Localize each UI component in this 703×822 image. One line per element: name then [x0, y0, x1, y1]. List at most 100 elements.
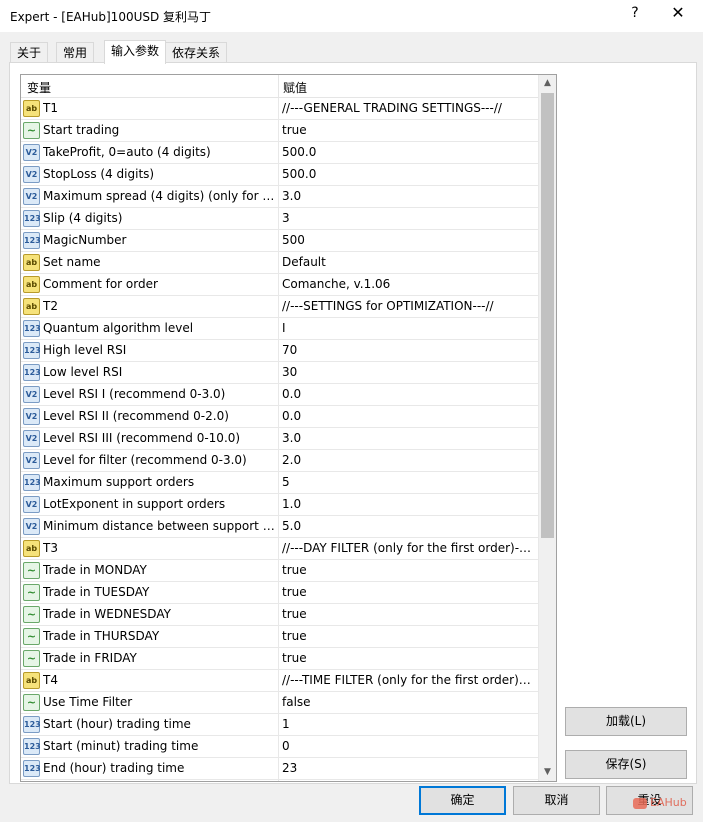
- parameter-value[interactable]: 2.0: [282, 453, 534, 467]
- parameter-value[interactable]: //---DAY FILTER (only for the first orde…: [282, 541, 534, 555]
- parameter-row[interactable]: 123End (minut) trading time0: [21, 780, 538, 781]
- parameter-value[interactable]: 1: [282, 717, 534, 731]
- parameter-name: Maximum support orders: [43, 475, 195, 489]
- parameter-value[interactable]: 500: [282, 233, 534, 247]
- parameter-row[interactable]: ab Set name Default: [21, 252, 538, 274]
- type-int-icon: 123: [23, 760, 41, 777]
- type-ab-icon: ab: [23, 298, 40, 315]
- parameter-value[interactable]: true: [282, 585, 534, 599]
- parameter-row[interactable]: V2 StopLoss (4 digits) 500.0: [21, 164, 538, 186]
- parameter-value[interactable]: 3.0: [282, 189, 534, 203]
- parameter-value[interactable]: 23: [282, 761, 534, 775]
- parameter-value[interactable]: 0.0: [282, 387, 534, 401]
- parameter-row[interactable]: ab T3 //---DAY FILTER (only for the first …: [21, 538, 538, 560]
- parameter-row[interactable]: ~ Trade in TUESDAY true: [21, 582, 538, 604]
- parameter-row[interactable]: 123 Maximum support orders 5: [21, 472, 538, 494]
- parameter-row[interactable]: 123 High level RSI 70: [21, 340, 538, 362]
- parameter-row[interactable]: V2 Level RSI II (recommend 0-2.0) 0.0: [21, 406, 538, 428]
- tab-bar: 关于 常用 输入参数 依存关系: [0, 40, 703, 64]
- parameter-row[interactable]: V2 Maximum spread (4 digits) (only for th…: [21, 186, 538, 208]
- parameter-row[interactable]: V2 TakeProfit, 0=auto (4 digits) 500.0: [21, 142, 538, 164]
- parameter-value[interactable]: true: [282, 651, 534, 665]
- parameter-name: TakeProfit, 0=auto (4 digits): [43, 145, 211, 159]
- vertical-scrollbar[interactable]: ▲ ▼: [538, 75, 556, 781]
- parameter-row[interactable]: 123 Quantum algorithm level I: [21, 318, 538, 340]
- save-button[interactable]: 保存(S): [565, 750, 687, 779]
- column-divider: [278, 648, 279, 669]
- cancel-button[interactable]: 取消: [513, 786, 600, 815]
- scroll-down-icon[interactable]: ▼: [539, 764, 556, 781]
- parameters-grid[interactable]: 变量 赋值 ab T1//---GENERAL TRADING SETTINGS-…: [20, 74, 557, 782]
- parameter-value[interactable]: false: [282, 695, 534, 709]
- parameter-value[interactable]: 30: [282, 365, 534, 379]
- type-dbl-icon: V2: [23, 430, 40, 447]
- parameter-value[interactable]: //---SETTINGS for OPTIMIZATION---//: [282, 299, 534, 313]
- scroll-thumb[interactable]: [541, 93, 554, 538]
- tab-dependencies[interactable]: 依存关系: [165, 42, 228, 63]
- parameter-row[interactable]: 123 Low level RSI 30: [21, 362, 538, 384]
- parameter-value[interactable]: 500.0: [282, 145, 534, 159]
- grid-rows: ab T1//---GENERAL TRADING SETTINGS---//~ S…: [21, 98, 538, 781]
- parameter-row[interactable]: V2 Level for filter (recommend 0-3.0) 2.0: [21, 450, 538, 472]
- parameter-value[interactable]: 0: [282, 739, 534, 753]
- parameter-row[interactable]: 123 Start (minut) trading time 0: [21, 736, 538, 758]
- load-button[interactable]: 加载(L): [565, 707, 687, 736]
- type-ab-icon: ab: [23, 100, 40, 117]
- parameter-value[interactable]: 500.0: [282, 167, 534, 181]
- parameter-row[interactable]: ~ Trade in THURSDAY true: [21, 626, 538, 648]
- parameter-value[interactable]: 70: [282, 343, 534, 357]
- scroll-up-icon[interactable]: ▲: [539, 75, 556, 92]
- header-divider[interactable]: [278, 75, 279, 97]
- parameter-row[interactable]: ~ Trade in MONDAY true: [21, 560, 538, 582]
- watermark-text: EAHub: [650, 796, 687, 809]
- parameter-value[interactable]: true: [282, 563, 534, 577]
- help-icon[interactable]: ?: [625, 5, 645, 21]
- parameter-row[interactable]: ~ Trade in FRIDAY true: [21, 648, 538, 670]
- parameter-name: Use Time Filter: [43, 695, 133, 709]
- parameter-value[interactable]: 5: [282, 475, 534, 489]
- parameter-row[interactable]: V2 Level RSI III (recommend 0-10.0) 3.0: [21, 428, 538, 450]
- parameter-value[interactable]: //---TIME FILTER (only for the first ord…: [282, 673, 534, 687]
- parameter-value[interactable]: 3: [282, 211, 534, 225]
- parameter-row[interactable]: ~ Use Time Filter false: [21, 692, 538, 714]
- parameter-name: Level RSI I (recommend 0-3.0): [43, 387, 226, 401]
- type-ab-icon: ab: [23, 672, 40, 689]
- parameter-row[interactable]: ~ Start trading true: [21, 120, 538, 142]
- parameter-row[interactable]: 123 MagicNumber 500: [21, 230, 538, 252]
- parameter-name: End (hour) trading time: [43, 761, 185, 775]
- parameter-row[interactable]: ab T1 //---GENERAL TRADING SETTINGS---//: [21, 98, 538, 120]
- parameter-row[interactable]: V2 LotExponent in support orders 1.0: [21, 494, 538, 516]
- tab-common[interactable]: 常用: [56, 42, 95, 63]
- close-icon[interactable]: ✕: [668, 3, 688, 22]
- parameter-name: Trade in THURSDAY: [43, 629, 160, 643]
- tab-about[interactable]: 关于: [10, 42, 49, 63]
- parameter-row[interactable]: V2Minimum distance between support order…: [21, 516, 538, 538]
- column-divider: [278, 384, 279, 405]
- parameter-value[interactable]: true: [282, 607, 534, 621]
- parameter-value[interactable]: Default: [282, 255, 534, 269]
- parameter-value[interactable]: //---GENERAL TRADING SETTINGS---//: [282, 101, 534, 115]
- parameter-row[interactable]: ab T2 //---SETTINGS for OPTIMIZATION---//: [21, 296, 538, 318]
- ok-button[interactable]: 确定: [419, 786, 506, 815]
- tab-inputs[interactable]: 输入参数: [104, 40, 167, 64]
- type-bool-icon: ~: [23, 628, 40, 645]
- header-value[interactable]: 赋值: [283, 79, 307, 96]
- type-dbl-icon: V2: [23, 496, 40, 513]
- parameter-row[interactable]: V2 Level RSI I (recommend 0-3.0) 0.0: [21, 384, 538, 406]
- parameter-value[interactable]: 1.0: [282, 497, 534, 511]
- parameter-row[interactable]: 123 Slip (4 digits) 3: [21, 208, 538, 230]
- parameter-value[interactable]: 3.0: [282, 431, 534, 445]
- header-variable[interactable]: 变量: [27, 79, 51, 96]
- parameter-value[interactable]: I: [282, 321, 534, 335]
- parameter-row[interactable]: 123 Start (hour) trading time 1: [21, 714, 538, 736]
- parameter-value[interactable]: 0.0: [282, 409, 534, 423]
- parameter-value[interactable]: 5.0: [282, 519, 534, 533]
- column-divider: [278, 186, 279, 207]
- parameter-value[interactable]: true: [282, 123, 534, 137]
- parameter-value[interactable]: true: [282, 629, 534, 643]
- parameter-value[interactable]: Comanche, v.1.06: [282, 277, 534, 291]
- parameter-row[interactable]: 123 End (hour) trading time 23: [21, 758, 538, 780]
- parameter-row[interactable]: ~ Trade in WEDNESDAY true: [21, 604, 538, 626]
- parameter-row[interactable]: ab T4 //---TIME FILTER (only for the first…: [21, 670, 538, 692]
- parameter-row[interactable]: ab Comment for order Comanche, v.1.06: [21, 274, 538, 296]
